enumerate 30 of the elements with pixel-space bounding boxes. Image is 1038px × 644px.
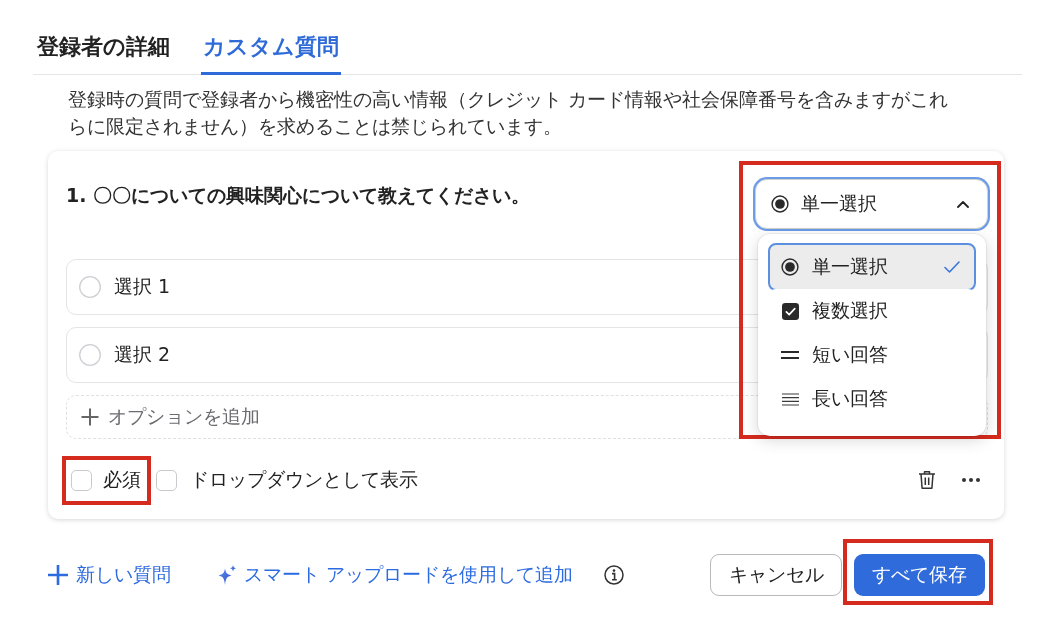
option-label: 選択 1 (114, 274, 171, 299)
plus-icon (81, 408, 99, 426)
save-all-button[interactable]: すべて保存 (854, 554, 985, 596)
chevron-up-icon (957, 200, 969, 208)
new-question-link[interactable]: 新しい質問 (48, 562, 171, 588)
question-type-select[interactable]: 単一選択 (755, 179, 988, 229)
radio-selected-icon (771, 195, 789, 213)
info-icon[interactable] (604, 565, 625, 585)
radio-circle-icon (79, 276, 101, 298)
checkbox-label: ドロップダウンとして表示 (190, 467, 418, 492)
sparkle-icon (217, 565, 237, 585)
four-lines-icon (781, 392, 799, 406)
checkbox[interactable] (71, 469, 92, 491)
tab[interactable]: 登録者の詳細 (35, 29, 172, 75)
smart-upload-link[interactable]: スマート アップロードを使用して追加 (217, 562, 574, 588)
radio-circle-icon (79, 344, 101, 366)
question-title: 1. 〇〇についての興味関心について教えてください。 (66, 183, 531, 207)
option-label: 選択 2 (114, 342, 171, 367)
more-icon[interactable] (962, 478, 980, 482)
checkbox-label: 必須 (103, 467, 141, 492)
two-lines-icon (781, 351, 799, 359)
notice-text: 登録時の質問で登録者から機密性の高い情報（クレジット カード情報や社会保障番号を含みますがこれらに限定されません）を求めることは禁じられています。 (68, 87, 950, 139)
tab[interactable]: カスタム質問 (201, 29, 341, 75)
radio-selected-icon (781, 258, 799, 276)
trash-icon[interactable] (918, 470, 936, 490)
checkmark-icon (944, 261, 960, 273)
checkbox[interactable] (156, 469, 177, 491)
cancel-button[interactable]: キャンセル (710, 554, 842, 596)
checkbox-checked-icon (781, 302, 799, 320)
plus-icon (48, 565, 68, 585)
